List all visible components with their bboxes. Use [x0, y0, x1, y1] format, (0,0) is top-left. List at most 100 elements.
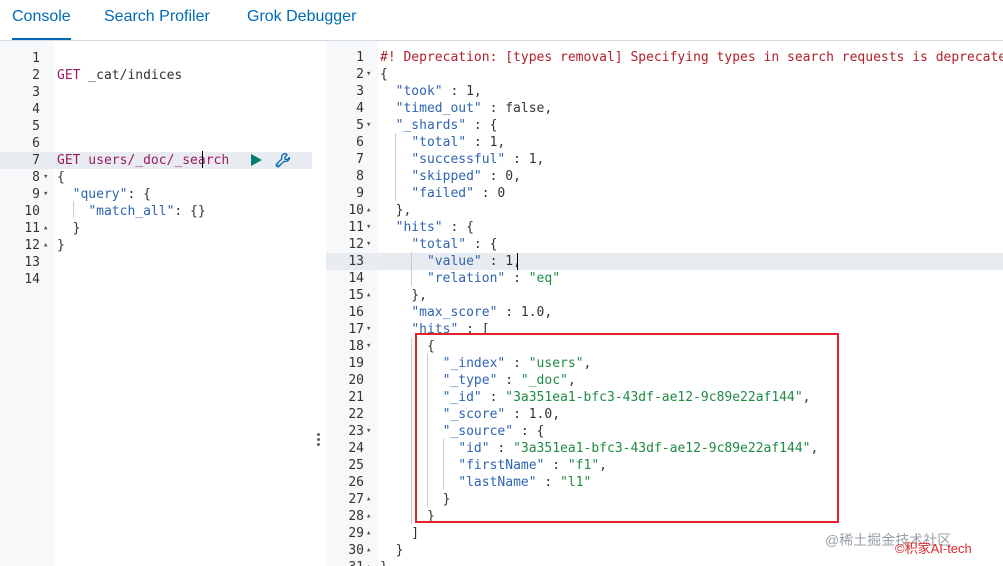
- line-number: 28: [348, 509, 364, 524]
- fold-toggle-icon[interactable]: ▴: [366, 508, 371, 525]
- code-token: }: [380, 560, 388, 566]
- editor-line[interactable]: 31▴}: [326, 559, 1003, 566]
- code-token: _cat/indices: [80, 68, 183, 83]
- editor-line[interactable]: 7 "successful" : 1,: [326, 151, 1003, 168]
- code-token: "skipped": [411, 169, 482, 184]
- editor-line[interactable]: 3 "took" : 1,: [326, 83, 1003, 100]
- editor-line[interactable]: 14 "relation" : "eq": [326, 270, 1003, 287]
- fold-toggle-icon[interactable]: ▴: [43, 237, 48, 254]
- fold-toggle-icon[interactable]: ▾: [366, 423, 371, 440]
- wrench-icon[interactable]: [275, 152, 291, 168]
- line-number: 7: [356, 152, 364, 167]
- editor-line[interactable]: 12 ▾ "total" : {: [326, 236, 1003, 253]
- line-number: 31: [326, 559, 364, 566]
- editor-line[interactable]: 28 ▴ }: [326, 508, 1003, 525]
- editor-line[interactable]: 9 "failed" : 0: [326, 185, 1003, 202]
- editor-line[interactable]: 13 "value" : 1,: [326, 253, 1003, 270]
- editor-line[interactable]: 10 "match_all": {}: [0, 203, 312, 220]
- pane-resizer[interactable]: [312, 41, 326, 566]
- fold-toggle-icon[interactable]: ▴: [366, 525, 371, 542]
- watermark-credit: ©积家AI-tech: [895, 541, 972, 556]
- line-code: "value" : 1,: [380, 253, 521, 270]
- fold-toggle-icon[interactable]: ▴: [366, 559, 371, 566]
- line-code: "timed_out" : false,: [380, 100, 553, 117]
- tab-grok-debugger[interactable]: Grok Debugger: [247, 0, 356, 38]
- fold-toggle-icon[interactable]: ▴: [43, 220, 48, 237]
- fold-toggle-icon[interactable]: ▾: [366, 236, 371, 253]
- line-number: 13: [348, 254, 364, 269]
- editor-line[interactable]: 8 "skipped" : 0,: [326, 168, 1003, 185]
- editor-line[interactable]: 1: [0, 50, 312, 67]
- editor-line[interactable]: 5: [0, 118, 312, 135]
- fold-toggle-icon[interactable]: ▴: [366, 287, 371, 304]
- line-code: "total" : 1,: [380, 134, 505, 151]
- editor-line[interactable]: 2 ▾ {: [326, 66, 1003, 83]
- fold-toggle-icon[interactable]: ▾: [43, 186, 48, 203]
- editor-line[interactable]: 11 ▾ "hits" : {: [326, 219, 1003, 236]
- response-editor[interactable]: 1 #! Deprecation: [types removal] Specify…: [326, 41, 1003, 566]
- editor-line[interactable]: 6: [0, 135, 312, 152]
- fold-toggle-icon[interactable]: ▾: [366, 338, 371, 355]
- editor-line[interactable]: 11 ▴ }: [0, 220, 312, 237]
- line-number: 11: [24, 221, 40, 236]
- editor-line[interactable]: 14: [0, 271, 312, 288]
- fold-toggle-icon[interactable]: ▾: [43, 169, 48, 186]
- editor-line[interactable]: 17 ▾ "hits" : [: [326, 321, 1003, 338]
- line-number: 30: [348, 543, 364, 558]
- fold-toggle-icon[interactable]: ▾: [366, 117, 371, 134]
- line-code: {: [380, 338, 435, 355]
- editor-line[interactable]: 10 ▴ },: [326, 202, 1003, 219]
- code-token: : {: [466, 118, 498, 133]
- line-number: 5: [356, 118, 364, 133]
- editor-line[interactable]: 16 "max_score" : 1.0,: [326, 304, 1003, 321]
- code-token: "successful": [411, 152, 506, 167]
- editor-line[interactable]: 1 #! Deprecation: [types removal] Specify…: [326, 49, 1003, 66]
- line-number: 14: [24, 272, 40, 287]
- line-number: 4: [356, 101, 364, 116]
- code-token: : 0,: [481, 169, 521, 184]
- line-number: 3: [32, 85, 40, 100]
- fold-toggle-icon[interactable]: ▾: [366, 66, 371, 83]
- request-editor[interactable]: 1 2 GET _cat/indices 3 4 5 6 7 GET users/_doc/_s…: [0, 41, 312, 566]
- code-token: "failed": [411, 186, 474, 201]
- fold-toggle-icon[interactable]: ▾: [366, 219, 371, 236]
- editor-line[interactable]: 4 "timed_out" : false,: [326, 100, 1003, 117]
- fold-toggle-icon[interactable]: ▴: [366, 542, 371, 559]
- line-number: 19: [348, 356, 364, 371]
- line-number: 25: [348, 458, 364, 473]
- editor-line[interactable]: 7 GET users/_doc/_search: [0, 152, 312, 169]
- code-token: "3a351ea1-bfc3-43df-ae12-9c89e22af144": [513, 441, 811, 456]
- tab-console[interactable]: Console: [12, 0, 71, 40]
- line-code: }: [380, 559, 388, 566]
- line-number: 23: [348, 424, 364, 439]
- editor-line[interactable]: 12 ▴}: [0, 237, 312, 254]
- editor-line[interactable]: 18 ▾ {: [326, 338, 1003, 355]
- fold-toggle-icon[interactable]: ▾: [366, 321, 371, 338]
- editor-line[interactable]: 13: [0, 254, 312, 271]
- line-code: GET _cat/indices: [57, 67, 182, 84]
- editor-line[interactable]: 9 ▾ "query": {: [0, 186, 312, 203]
- line-number: 26: [348, 475, 364, 490]
- editor-line[interactable]: 15 ▴ },: [326, 287, 1003, 304]
- play-icon[interactable]: [249, 153, 263, 167]
- line-number: 18: [348, 339, 364, 354]
- editor-line[interactable]: 5 ▾ "_shards" : {: [326, 117, 1003, 134]
- editor-line[interactable]: 8 ▾ {: [0, 169, 312, 186]
- fold-toggle-icon[interactable]: ▴: [366, 491, 371, 508]
- editor-line[interactable]: 2 GET _cat/indices: [0, 67, 312, 84]
- code-token: "hits": [411, 322, 459, 337]
- editor-line[interactable]: 3: [0, 84, 312, 101]
- indent-guide: [427, 354, 428, 507]
- editor-line[interactable]: 4: [0, 101, 312, 118]
- code-token: :: [489, 441, 514, 456]
- tab-search-profiler[interactable]: Search Profiler: [104, 0, 210, 38]
- code-token: :: [497, 373, 521, 388]
- fold-toggle-icon[interactable]: ▴: [366, 202, 371, 219]
- code-token: }: [380, 492, 451, 507]
- code-token: "hits": [395, 220, 443, 235]
- editor-line[interactable]: 6 "total" : 1,: [326, 134, 1003, 151]
